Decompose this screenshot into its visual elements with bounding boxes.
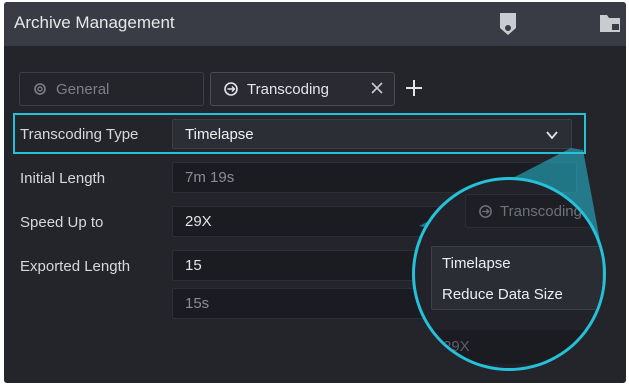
exported-length-input[interactable]: 15: [172, 250, 432, 281]
initial-length-label: Initial Length: [20, 170, 106, 187]
transcode-icon: [479, 205, 492, 218]
tab-general[interactable]: General: [19, 72, 204, 106]
speed-up-input[interactable]: 29X: [172, 206, 462, 237]
gear-icon: [34, 83, 46, 95]
option-reduce-data-size[interactable]: Reduce Data Size: [442, 286, 563, 303]
window-title: Archive Management: [14, 13, 175, 32]
speed-up-label: Speed Up to: [20, 214, 104, 231]
folder-lock-icon[interactable]: [598, 11, 622, 40]
magnified-transcode-label: Transcoding: [500, 203, 582, 220]
exported-length-seconds: 15s: [172, 288, 432, 319]
add-tab-icon[interactable]: [404, 78, 424, 103]
magnified-transcode-button: Transcoding: [465, 194, 603, 228]
magnified-speed-value: 29X: [433, 330, 603, 364]
exported-length-value: 15: [185, 257, 202, 274]
transcoding-type-dropdown-menu: Timelapse Reduce Data Size: [431, 246, 603, 310]
exported-length-label: Exported Length: [20, 258, 131, 275]
tab-transcoding[interactable]: Transcoding: [210, 72, 395, 106]
tab-transcoding-label: Transcoding: [247, 80, 329, 98]
archive-tag-icon[interactable]: [497, 11, 519, 42]
initial-length-value: 7m 19s: [185, 169, 235, 186]
transcoding-type-select[interactable]: Timelapse: [172, 119, 572, 149]
title-bar: Archive Management: [4, 2, 626, 46]
tab-general-label: General: [56, 80, 110, 98]
option-timelapse[interactable]: Timelapse: [442, 255, 511, 272]
chevron-down-icon: [546, 131, 558, 140]
exported-length-seconds-value: 15s: [185, 295, 210, 312]
transcode-icon: [224, 82, 238, 96]
transcoding-type-value: Timelapse: [185, 126, 254, 143]
transcoding-type-label: Transcoding Type: [20, 126, 139, 143]
close-tab-icon[interactable]: [358, 81, 384, 100]
magnified-speed-text: 29X: [443, 338, 470, 355]
magnifier-callout: Transcoding Timelapse Reduce Data Size 2…: [415, 180, 603, 368]
speed-up-value: 29X: [185, 213, 212, 230]
